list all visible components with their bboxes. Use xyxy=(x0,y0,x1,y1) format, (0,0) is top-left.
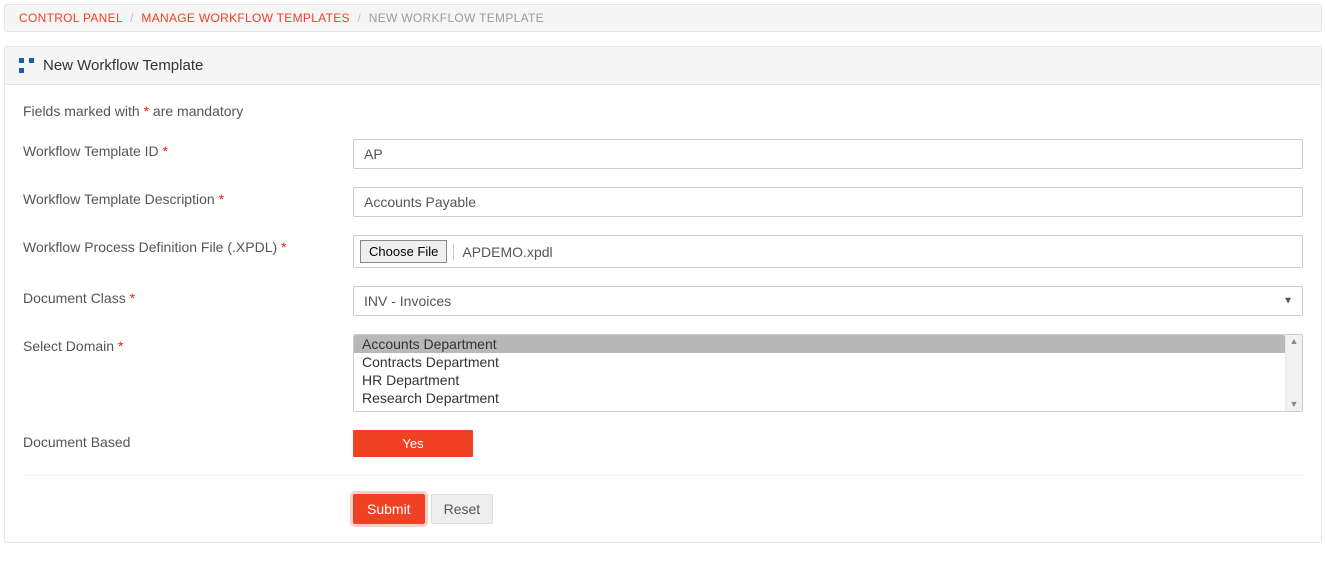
row-doc-class: Document Class * INV - Invoices ▼ xyxy=(23,286,1303,316)
breadcrumb-current: NEW WORKFLOW TEMPLATE xyxy=(369,11,544,25)
row-template-desc: Workflow Template Description * xyxy=(23,187,1303,217)
label-domain: Select Domain * xyxy=(23,334,353,354)
row-domain: Select Domain * Accounts Department Cont… xyxy=(23,334,1303,412)
reset-button[interactable]: Reset xyxy=(431,494,494,524)
breadcrumb: CONTROL PANEL / MANAGE WORKFLOW TEMPLATE… xyxy=(4,4,1322,32)
mandatory-note: Fields marked with * are mandatory xyxy=(23,103,1303,119)
scrollbar[interactable]: ▲ ▼ xyxy=(1285,335,1302,411)
domain-option[interactable]: Research Department xyxy=(354,389,1285,407)
label-doc-class: Document Class * xyxy=(23,286,353,306)
row-xpdl: Workflow Process Definition File (.XPDL)… xyxy=(23,235,1303,268)
label-xpdl: Workflow Process Definition File (.XPDL)… xyxy=(23,235,353,255)
label-template-id: Workflow Template ID * xyxy=(23,139,353,159)
input-template-id[interactable] xyxy=(353,139,1303,169)
select-doc-class[interactable]: INV - Invoices xyxy=(353,286,1303,316)
breadcrumb-link-manage-templates[interactable]: MANAGE WORKFLOW TEMPLATES xyxy=(141,11,349,25)
scroll-up-icon[interactable]: ▲ xyxy=(1290,337,1299,346)
domain-option[interactable]: HR Department xyxy=(354,371,1285,389)
form-panel: New Workflow Template Fields marked with… xyxy=(4,46,1322,543)
choose-file-button[interactable]: Choose File xyxy=(360,240,447,263)
breadcrumb-separator: / xyxy=(130,11,134,25)
input-template-desc[interactable] xyxy=(353,187,1303,217)
row-template-id: Workflow Template ID * xyxy=(23,139,1303,169)
breadcrumb-link-control-panel[interactable]: CONTROL PANEL xyxy=(19,11,122,25)
label-doc-based: Document Based xyxy=(23,430,353,450)
button-row: Submit Reset xyxy=(353,494,1303,524)
panel-title: New Workflow Template xyxy=(43,57,203,74)
breadcrumb-separator: / xyxy=(357,11,361,25)
row-doc-based: Document Based Yes xyxy=(23,430,1303,457)
workflow-icon xyxy=(19,58,35,74)
domain-option[interactable]: Contracts Department xyxy=(354,353,1285,371)
panel-body: Fields marked with * are mandatory Workf… xyxy=(5,85,1321,542)
toggle-document-based[interactable]: Yes xyxy=(353,430,473,457)
chosen-file-name: APDEMO.xpdl xyxy=(453,244,552,260)
multiselect-domain[interactable]: Accounts Department Contracts Department… xyxy=(353,334,1303,412)
divider xyxy=(23,475,1303,476)
label-template-desc: Workflow Template Description * xyxy=(23,187,353,207)
panel-header: New Workflow Template xyxy=(5,47,1321,85)
multiselect-list[interactable]: Accounts Department Contracts Department… xyxy=(354,335,1285,411)
domain-option[interactable]: Accounts Department xyxy=(354,335,1285,353)
submit-button[interactable]: Submit xyxy=(353,494,425,524)
scroll-down-icon[interactable]: ▼ xyxy=(1290,400,1299,409)
file-input-wrap: Choose File APDEMO.xpdl xyxy=(353,235,1303,268)
